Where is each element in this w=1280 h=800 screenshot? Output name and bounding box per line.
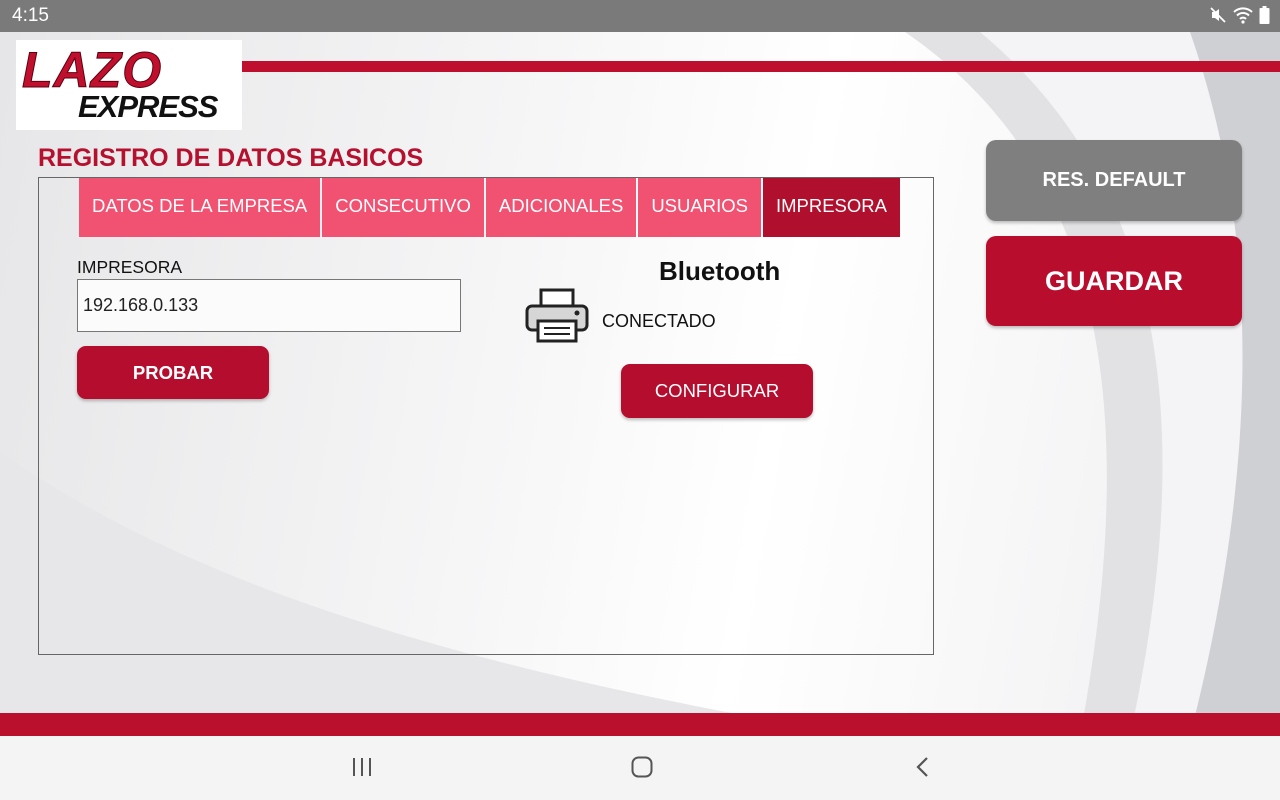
status-icons: [1209, 6, 1270, 24]
recent-apps-icon: [351, 757, 373, 782]
app-screen: LAZO EXPRESS REGISTRO DE DATOS BASICOS D…: [0, 32, 1280, 736]
status-bar: 4:15: [0, 0, 1280, 32]
configure-button[interactable]: CONFIGURAR: [621, 364, 813, 418]
android-nav-bar: [0, 736, 1280, 800]
logo-express: EXPRESS: [78, 89, 218, 124]
back-button[interactable]: [902, 754, 942, 784]
header-divider: [242, 61, 1280, 72]
recent-apps-button[interactable]: [342, 754, 382, 784]
reset-default-button[interactable]: RES. DEFAULT: [986, 140, 1242, 221]
battery-icon: [1259, 6, 1270, 24]
tab-usuarios[interactable]: USUARIOS: [638, 178, 761, 237]
printer-icon: [524, 288, 590, 349]
settings-panel: DATOS DE LA EMPRESA CONSECUTIVO ADICIONA…: [38, 177, 934, 655]
home-button[interactable]: [622, 754, 662, 784]
tab-bar: DATOS DE LA EMPRESA CONSECUTIVO ADICIONA…: [79, 178, 902, 237]
footer-bar: [0, 713, 1280, 736]
home-icon: [631, 756, 653, 783]
printer-ip-input[interactable]: [77, 279, 461, 332]
mute-icon: [1209, 6, 1227, 24]
lazo-express-logo: LAZO EXPRESS: [16, 40, 242, 130]
tab-datos-empresa[interactable]: DATOS DE LA EMPRESA: [79, 178, 321, 237]
back-icon: [915, 756, 929, 783]
bluetooth-title: Bluetooth: [659, 256, 781, 286]
wifi-icon: [1233, 6, 1253, 24]
test-printer-button[interactable]: PROBAR: [77, 346, 269, 399]
status-time: 4:15: [12, 5, 49, 26]
tab-impresora[interactable]: IMPRESORA: [762, 178, 900, 237]
tab-adicionales[interactable]: ADICIONALES: [485, 178, 637, 237]
save-button[interactable]: GUARDAR: [986, 236, 1242, 326]
printer-field-label: IMPRESORA: [77, 257, 183, 277]
page-title: REGISTRO DE DATOS BASICOS: [38, 144, 424, 172]
tab-consecutivo[interactable]: CONSECUTIVO: [322, 178, 484, 237]
connection-status: CONECTADO: [602, 311, 716, 331]
